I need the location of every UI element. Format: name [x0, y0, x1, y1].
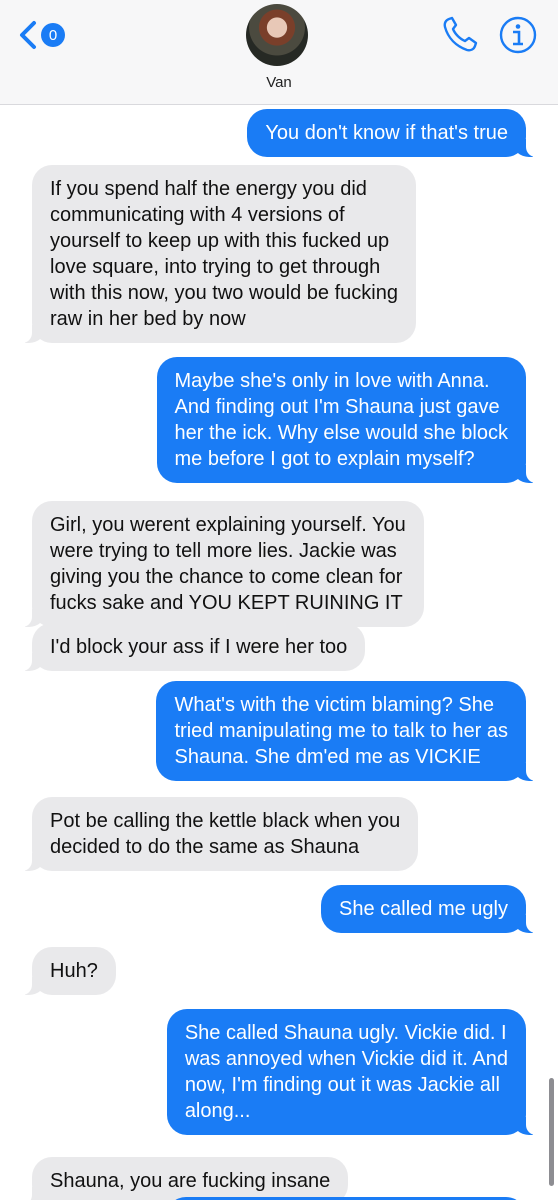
conversation-header: 0 Van — [0, 0, 558, 105]
back-button[interactable]: 0 — [18, 18, 65, 52]
message-bubble-sent[interactable]: You don't know if that's true — [247, 109, 536, 157]
unread-count-badge: 0 — [41, 23, 65, 47]
message-bubble-received[interactable]: If you spend half the energy you did com… — [22, 165, 416, 343]
message-bubble-sent[interactable]: Maybe she's only in love with Anna. And … — [156, 357, 536, 483]
message-bubble-received[interactable]: Huh? — [22, 947, 116, 995]
message-bubble-received[interactable]: Shauna, you are fucking insane — [21, 1157, 349, 1200]
message-bubble-received[interactable]: I'd block your ass if I were her too — [21, 623, 366, 671]
message-bubble-sent[interactable]: She called Shauna ugly. Vickie did. I wa… — [166, 1009, 537, 1135]
phone-icon[interactable] — [440, 15, 478, 55]
message-bubble-sent[interactable]: What's with the victim blaming? She trie… — [156, 681, 536, 781]
contact-avatar[interactable] — [246, 4, 308, 66]
scrollbar[interactable] — [549, 1078, 554, 1186]
contact-name[interactable]: Van — [0, 74, 558, 91]
back-chevron-icon — [20, 21, 36, 49]
info-icon[interactable] — [498, 15, 538, 55]
message-bubble-sent[interactable]: She called me ugly — [321, 885, 536, 933]
message-thread[interactable]: You don't know if that's true If you spe… — [0, 105, 558, 1200]
message-bubble-received[interactable]: Pot be calling the kettle black when you… — [21, 797, 419, 871]
message-bubble-received[interactable]: Girl, you werent explaining yourself. Yo… — [22, 501, 424, 627]
